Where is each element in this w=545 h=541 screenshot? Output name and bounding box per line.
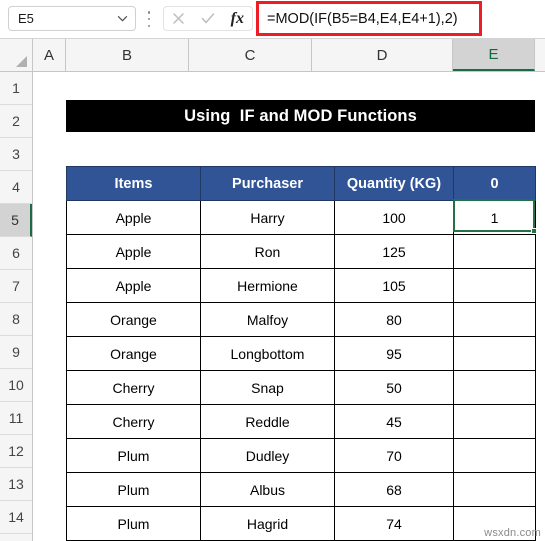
table-row[interactable]: Apple Ron 125 <box>66 234 536 269</box>
cell-quantity[interactable]: 70 <box>334 438 454 473</box>
cell-quantity[interactable]: 74 <box>334 506 454 541</box>
formula-actions-group: fx <box>163 6 253 31</box>
chevron-down-icon[interactable] <box>109 12 135 25</box>
row-header-13[interactable]: 13 <box>0 468 32 501</box>
confirm-check-icon[interactable] <box>195 7 221 30</box>
cell-quantity[interactable]: 50 <box>334 370 454 405</box>
row-header-10[interactable]: 10 <box>0 369 32 402</box>
table-row[interactable]: Orange Longbottom 95 <box>66 336 536 371</box>
cell-result[interactable] <box>453 370 536 405</box>
row-header-4[interactable]: 4 <box>0 171 32 204</box>
table-row[interactable]: Plum Dudley 70 <box>66 438 536 473</box>
sheet-title-banner: Using IF and MOD Functions <box>66 100 535 132</box>
cell-purchaser[interactable]: Snap <box>200 370 335 405</box>
cell-items[interactable]: Apple <box>66 234 201 269</box>
table-row[interactable]: Plum Albus 68 <box>66 472 536 507</box>
table-row[interactable]: Apple Harry 100 1 <box>66 200 536 235</box>
row-header-14[interactable]: 14 <box>0 501 32 534</box>
column-header-b[interactable]: B <box>66 39 189 71</box>
column-header-d[interactable]: D <box>312 39 453 71</box>
cell-quantity[interactable]: 125 <box>334 234 454 269</box>
more-options-icon[interactable] <box>147 11 151 27</box>
row-header-1[interactable]: 1 <box>0 72 32 105</box>
cell-purchaser[interactable]: Malfoy <box>200 302 335 337</box>
cell-result[interactable]: 1 <box>453 200 536 235</box>
formula-input[interactable]: =MOD(IF(B5=B4,E4,E4+1),2) <box>256 1 482 36</box>
worksheet-grid[interactable]: Using IF and MOD Functions Items Purchas… <box>34 72 545 541</box>
cell-result[interactable] <box>453 404 536 439</box>
cell-purchaser[interactable]: Harry <box>200 200 335 235</box>
column-header-quantity: Quantity (KG) <box>334 166 454 201</box>
row-header-5[interactable]: 5 <box>0 204 32 237</box>
column-header-c[interactable]: C <box>189 39 312 71</box>
cell-items[interactable]: Orange <box>66 336 201 371</box>
row-header-12[interactable]: 12 <box>0 435 32 468</box>
row-header-8[interactable]: 8 <box>0 303 32 336</box>
cell-purchaser[interactable]: Reddle <box>200 404 335 439</box>
cell-items[interactable]: Plum <box>66 506 201 541</box>
cell-items[interactable]: Cherry <box>66 370 201 405</box>
cell-purchaser[interactable]: Hagrid <box>200 506 335 541</box>
table-header-row: Items Purchaser Quantity (KG) 0 <box>66 166 536 201</box>
row-header-2[interactable]: 2 <box>0 105 32 138</box>
table-row[interactable]: Apple Hermione 105 <box>66 268 536 303</box>
name-box[interactable]: E5 <box>8 6 136 31</box>
column-header-result: 0 <box>453 166 536 201</box>
table-row[interactable]: Cherry Snap 50 <box>66 370 536 405</box>
fill-handle[interactable] <box>531 228 537 234</box>
cell-quantity[interactable]: 68 <box>334 472 454 507</box>
cell-items[interactable]: Plum <box>66 472 201 507</box>
table-row[interactable]: Orange Malfoy 80 <box>66 302 536 337</box>
cell-quantity[interactable]: 45 <box>334 404 454 439</box>
cell-items[interactable]: Orange <box>66 302 201 337</box>
row-header-9[interactable]: 9 <box>0 336 32 369</box>
select-all-corner-icon[interactable] <box>0 39 33 71</box>
row-header-6[interactable]: 6 <box>0 237 32 270</box>
cell-result[interactable] <box>453 302 536 337</box>
cell-items[interactable]: Cherry <box>66 404 201 439</box>
cell-quantity[interactable]: 105 <box>334 268 454 303</box>
row-headers: 1 2 3 4 5 6 7 8 9 10 11 12 13 14 <box>0 72 33 541</box>
formula-text: =MOD(IF(B5=B4,E4,E4+1),2) <box>267 10 458 27</box>
watermark: wsxdn.com <box>484 527 541 539</box>
insert-function-icon[interactable]: fx <box>224 7 250 30</box>
row-header-3[interactable]: 3 <box>0 138 32 171</box>
cell-result[interactable] <box>453 268 536 303</box>
cell-result[interactable] <box>453 472 536 507</box>
column-header-a[interactable]: A <box>33 39 66 71</box>
cell-purchaser[interactable]: Hermione <box>200 268 335 303</box>
cell-result[interactable] <box>453 438 536 473</box>
row-header-11[interactable]: 11 <box>0 402 32 435</box>
cancel-x-icon[interactable] <box>166 7 192 30</box>
page-title: Using IF and MOD Functions <box>184 106 417 125</box>
formula-bar-filler <box>482 1 545 35</box>
cell-quantity[interactable]: 95 <box>334 336 454 371</box>
name-box-value: E5 <box>18 11 34 26</box>
cell-items[interactable]: Apple <box>66 268 201 303</box>
formula-bar: E5 fx =MOD(IF(B5=B4,E4,E4+1),2) <box>0 0 545 39</box>
cell-quantity[interactable]: 100 <box>334 200 454 235</box>
cell-purchaser[interactable]: Longbottom <box>200 336 335 371</box>
column-header-purchaser: Purchaser <box>200 166 335 201</box>
cell-result[interactable] <box>453 234 536 269</box>
cell-items[interactable]: Plum <box>66 438 201 473</box>
data-table: Items Purchaser Quantity (KG) 0 Apple Ha… <box>66 166 536 541</box>
column-headers: A B C D E <box>0 39 545 72</box>
column-header-e[interactable]: E <box>453 39 535 71</box>
table-row[interactable]: Cherry Reddle 45 <box>66 404 536 439</box>
column-header-items: Items <box>66 166 201 201</box>
cell-purchaser[interactable]: Dudley <box>200 438 335 473</box>
cell-result[interactable] <box>453 336 536 371</box>
cell-quantity[interactable]: 80 <box>334 302 454 337</box>
cell-items[interactable]: Apple <box>66 200 201 235</box>
cell-purchaser[interactable]: Ron <box>200 234 335 269</box>
table-row[interactable]: Plum Hagrid 74 <box>66 506 536 541</box>
row-header-7[interactable]: 7 <box>0 270 32 303</box>
cell-purchaser[interactable]: Albus <box>200 472 335 507</box>
